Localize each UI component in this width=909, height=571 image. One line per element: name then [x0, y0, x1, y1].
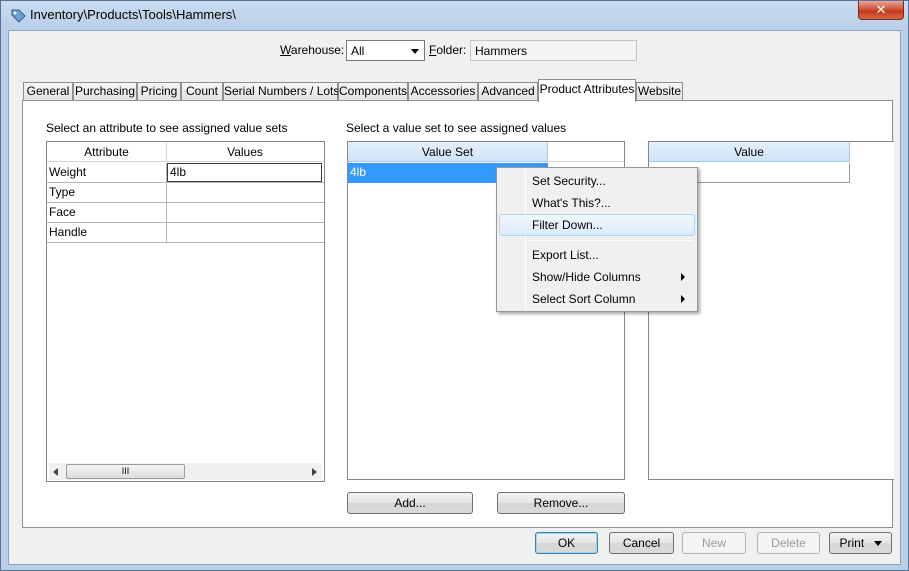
values-cell: [167, 183, 322, 202]
values-cell: [167, 223, 322, 242]
remove-button[interactable]: Remove...: [497, 492, 625, 514]
tag-icon: [11, 9, 26, 23]
warehouse-select[interactable]: All: [346, 40, 425, 61]
value-set-column-header[interactable]: Value Set: [348, 142, 548, 162]
attributes-instruction: Select an attribute to see assigned valu…: [46, 121, 288, 135]
chevron-down-icon: [873, 541, 882, 547]
cancel-button[interactable]: Cancel: [609, 532, 674, 554]
tab-accessories[interactable]: Accessories: [408, 82, 478, 101]
context-menu: Set Security... What's This?... Filter D…: [496, 167, 698, 312]
warehouse-label-rest: arehouse:: [290, 43, 345, 57]
values-column-header[interactable]: Values: [167, 142, 323, 162]
menu-item-whats-this[interactable]: What's This?...: [499, 192, 695, 214]
values-cell: [167, 203, 322, 222]
warehouse-label: Warehouse:: [280, 43, 345, 57]
menu-item-label: Select Sort Column: [532, 292, 636, 306]
attribute-cell: Type: [47, 183, 167, 202]
value-set-header-filler: [548, 142, 624, 162]
tab-advanced[interactable]: Advanced: [478, 82, 538, 101]
attributes-grid: Attribute Values Weight 4lb Type Face Ha…: [46, 141, 325, 482]
attribute-cell: Weight: [47, 163, 167, 182]
scroll-left-icon[interactable]: [53, 468, 59, 476]
menu-item-filter-down[interactable]: Filter Down...: [499, 214, 695, 236]
tab-product-attributes[interactable]: Product Attributes: [538, 79, 636, 102]
menu-item-show-hide-columns[interactable]: Show/Hide Columns: [499, 266, 695, 288]
menu-item-set-security[interactable]: Set Security...: [499, 170, 695, 192]
menu-item-select-sort-column[interactable]: Select Sort Column: [499, 288, 695, 310]
delete-button[interactable]: Delete: [757, 532, 820, 554]
folder-field: Hammers: [470, 40, 637, 61]
tab-purchasing[interactable]: Purchasing: [73, 82, 137, 101]
new-button[interactable]: New: [682, 532, 746, 554]
print-button[interactable]: Print: [829, 532, 892, 554]
window-title: Inventory\Products\Tools\Hammers\: [30, 7, 236, 22]
table-row[interactable]: Type: [47, 183, 324, 203]
tab-components[interactable]: Components: [338, 82, 408, 101]
values-cell-editing[interactable]: 4lb: [167, 163, 322, 182]
attribute-column-header[interactable]: Attribute: [47, 142, 167, 162]
folder-label-rest: older:: [436, 43, 467, 57]
scroll-thumb[interactable]: III: [66, 464, 185, 479]
print-label: Print: [839, 536, 865, 550]
close-button[interactable]: ✕: [858, 1, 904, 20]
table-row[interactable]: Handle: [47, 223, 324, 243]
tab-general[interactable]: General: [23, 82, 73, 101]
value-column-header[interactable]: Value: [649, 142, 850, 162]
table-row[interactable]: Face: [47, 203, 324, 223]
menu-separator: [529, 240, 693, 241]
menu-item-export-list[interactable]: Export List...: [499, 244, 695, 266]
add-button[interactable]: Add...: [347, 492, 473, 514]
folder-value: Hammers: [475, 44, 528, 58]
submenu-arrow-icon: [681, 295, 685, 303]
inventory-window: Inventory\Products\Tools\Hammers\ ✕ Ware…: [0, 0, 909, 571]
chevron-down-icon: [411, 49, 419, 54]
dialog-body: Warehouse: All Folder: Hammers General P…: [8, 30, 901, 565]
horizontal-scrollbar[interactable]: III: [49, 463, 322, 480]
table-row[interactable]: Weight 4lb: [47, 163, 324, 183]
attribute-cell: Handle: [47, 223, 167, 242]
title-bar[interactable]: Inventory\Products\Tools\Hammers\ ✕: [1, 1, 908, 29]
submenu-arrow-icon: [681, 273, 685, 281]
tab-serial-numbers-lots[interactable]: Serial Numbers / Lots: [223, 82, 339, 101]
tab-website[interactable]: Website: [636, 82, 683, 101]
warehouse-value: All: [351, 44, 365, 58]
attribute-cell: Face: [47, 203, 167, 222]
tab-count[interactable]: Count: [181, 82, 223, 101]
menu-item-label: Show/Hide Columns: [532, 270, 641, 284]
product-attributes-panel: Select an attribute to see assigned valu…: [22, 100, 894, 528]
value-sets-instruction: Select a value set to see assigned value…: [346, 121, 567, 135]
ok-button[interactable]: OK: [535, 532, 598, 554]
scroll-right-icon[interactable]: [312, 468, 318, 476]
tab-pricing[interactable]: Pricing: [137, 82, 181, 101]
folder-label: Folder:: [429, 43, 467, 57]
